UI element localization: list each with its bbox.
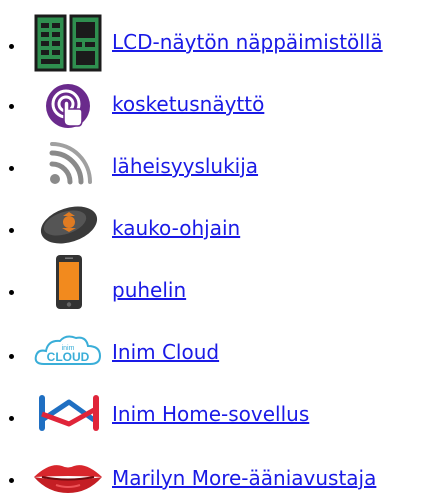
bullet xyxy=(9,290,14,295)
phone-link[interactable]: puhelin xyxy=(112,278,186,302)
marilyn-more-link[interactable]: Marilyn More-ääniavustaja xyxy=(112,466,376,490)
lcd-keypad-link[interactable]: LCD-näytön näppäimistöllä xyxy=(112,30,383,54)
bullet xyxy=(9,354,14,359)
lips-icon xyxy=(34,465,102,493)
inim-home-app-icon xyxy=(39,395,99,431)
inim-cloud-link[interactable]: Inim Cloud xyxy=(112,340,219,364)
remote-control-link[interactable]: kauko-ohjain xyxy=(112,216,240,240)
list-item: Inim Home-sovellus xyxy=(0,372,437,432)
phone-icon xyxy=(56,255,82,309)
bullet xyxy=(9,416,14,421)
list-item: inim CLOUD Inim Cloud xyxy=(0,310,437,370)
bullet xyxy=(9,44,14,49)
list-item: läheisyyslukija xyxy=(0,124,437,185)
proximity-reader-icon xyxy=(49,142,92,185)
bullet xyxy=(9,228,14,233)
list-item: Marilyn More-ääniavustaja xyxy=(0,434,437,494)
list-item: LCD-näytön näppäimistöllä xyxy=(0,0,437,72)
proximity-reader-link[interactable]: läheisyyslukija xyxy=(112,154,258,178)
inim-home-app-link[interactable]: Inim Home-sovellus xyxy=(112,402,309,426)
bullet xyxy=(9,166,14,171)
touchscreen-link[interactable]: kosketusnäyttö xyxy=(112,92,264,116)
bullet xyxy=(9,104,14,109)
inim-cloud-icon: inim CLOUD xyxy=(34,335,102,365)
list-item: puhelin xyxy=(0,248,437,309)
bullet xyxy=(9,478,14,483)
inim-cloud-icon-text: CLOUD xyxy=(47,350,90,364)
connection-methods-list: LCD-näytön näppäimistöllä kosketusnäyttö… xyxy=(0,0,437,504)
list-item: kauko-ohjain xyxy=(0,186,437,246)
remote-control-icon xyxy=(40,206,98,244)
list-item: kosketusnäyttö xyxy=(0,62,437,128)
